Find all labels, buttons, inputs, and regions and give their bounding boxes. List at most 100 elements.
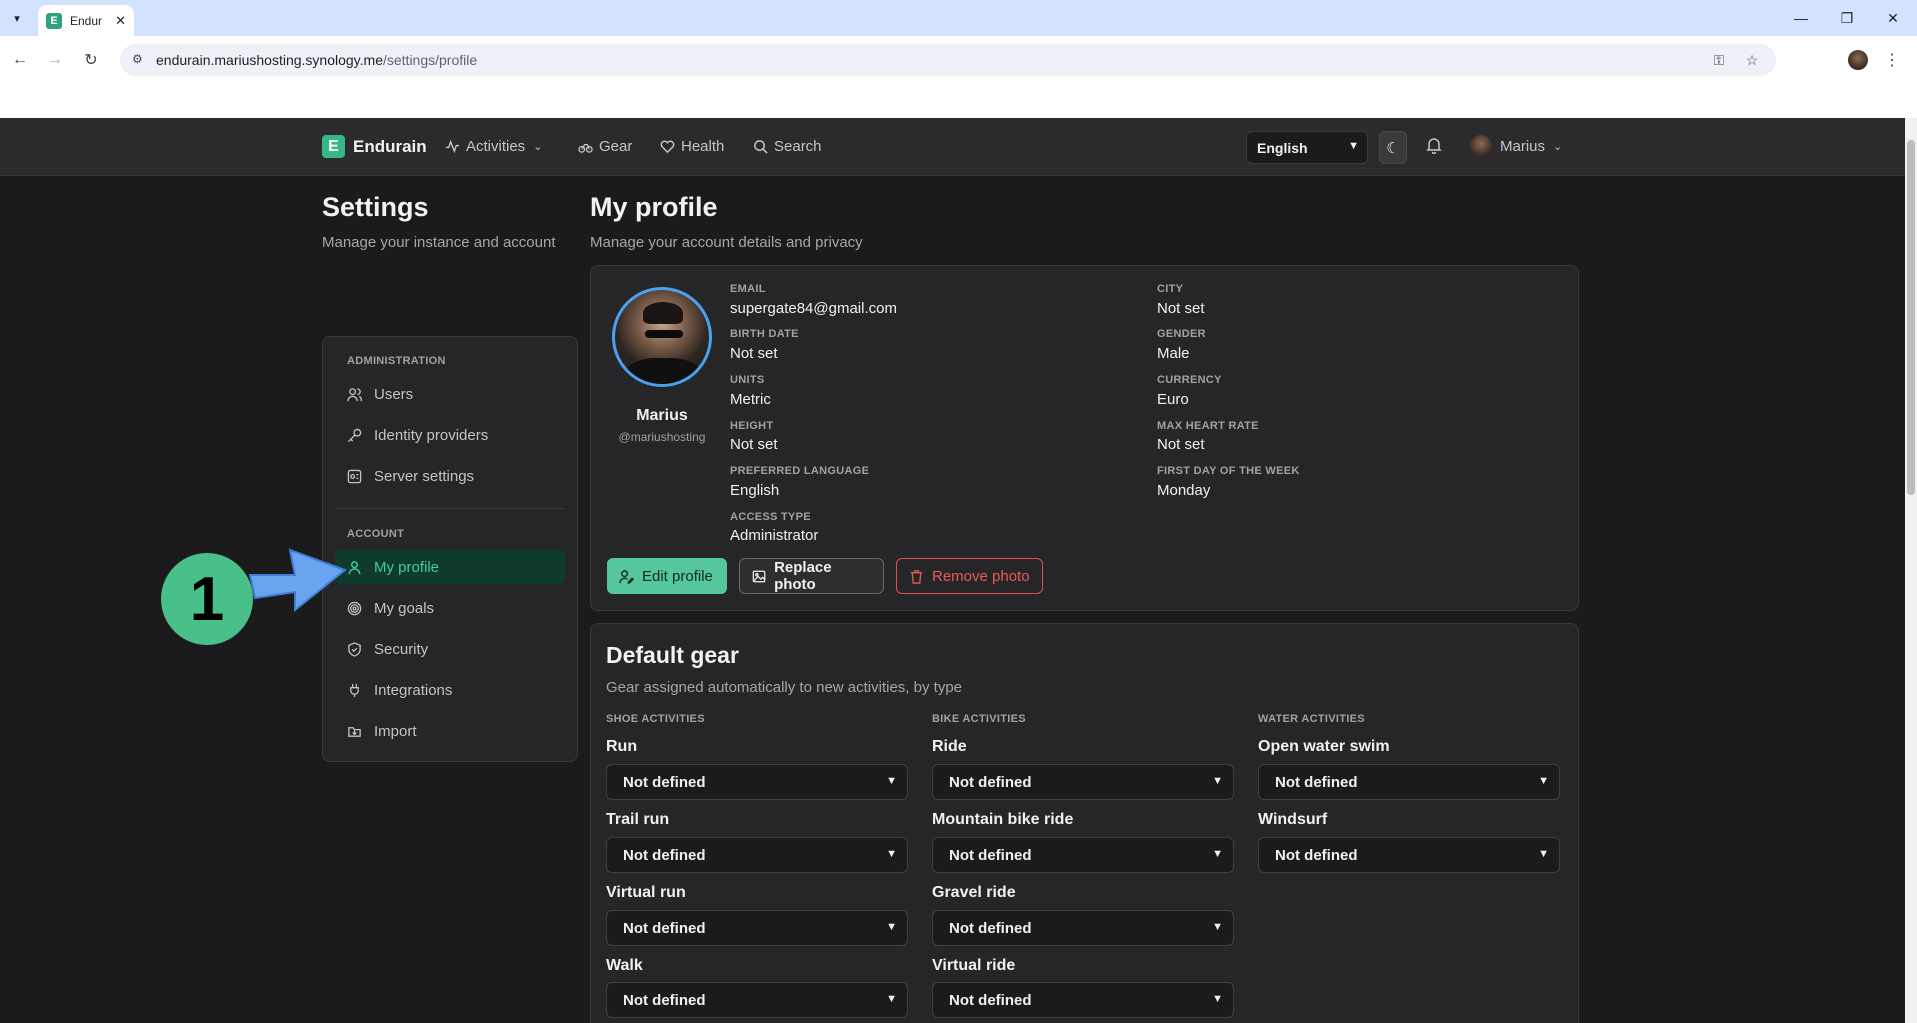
units-value: Metric bbox=[730, 391, 771, 408]
chevron-down-icon: ▼ bbox=[1212, 848, 1223, 860]
chevron-down-icon: ⌄ bbox=[533, 141, 543, 153]
gear-select-virtual-ride[interactable]: Not defined ▼ bbox=[932, 982, 1234, 1018]
avatar bbox=[1470, 135, 1492, 157]
browser-profile-avatar[interactable] bbox=[1848, 50, 1868, 70]
birth-date-value: Not set bbox=[730, 345, 778, 362]
browser-menu-icon[interactable]: ⋮ bbox=[1884, 50, 1900, 70]
gear-select-mountain-bike-ride[interactable]: Not defined ▼ bbox=[932, 837, 1234, 873]
nav-gear[interactable]: Gear bbox=[578, 138, 632, 155]
first-day-of-week-label: FIRST DAY OF THE WEEK bbox=[1157, 465, 1300, 477]
trash-icon bbox=[910, 569, 923, 584]
profile-name: Marius bbox=[636, 407, 688, 424]
gear-type-run: Run bbox=[606, 738, 638, 755]
tab-title: Endur bbox=[70, 13, 103, 28]
settings-sidebar: ADMINISTRATION Users Identity providers … bbox=[322, 336, 578, 762]
nav-activities[interactable]: Activities ⌄ bbox=[445, 138, 542, 155]
chevron-down-icon: ▼ bbox=[1348, 140, 1359, 152]
gear-select-value: Not defined bbox=[623, 773, 706, 791]
sidebar-divider bbox=[335, 508, 565, 509]
activity-icon bbox=[445, 139, 460, 154]
sidebar-item-import[interactable]: Import bbox=[335, 714, 565, 748]
chevron-down-icon: ▼ bbox=[886, 848, 897, 860]
gear-type-mountain-bike-ride: Mountain bike ride bbox=[932, 811, 1074, 828]
gender-label: GENDER bbox=[1157, 328, 1206, 340]
gear-select-gravel-ride[interactable]: Not defined ▼ bbox=[932, 910, 1234, 946]
height-value: Not set bbox=[730, 436, 778, 453]
replace-photo-button[interactable]: Replace photo bbox=[739, 558, 884, 594]
pointer-arrow-icon bbox=[248, 548, 348, 613]
gear-select-value: Not defined bbox=[949, 991, 1032, 1009]
gear-select-value: Not defined bbox=[623, 846, 706, 864]
first-day-of-week-value: Monday bbox=[1157, 482, 1211, 499]
units-label: UNITS bbox=[730, 374, 765, 386]
sidebar-item-identity-providers[interactable]: Identity providers bbox=[335, 418, 565, 452]
replace-photo-label: Replace photo bbox=[774, 559, 832, 593]
reload-icon[interactable]: ↻ bbox=[79, 48, 103, 72]
app-navbar: E Endurain Activities ⌄ Gear Health Sear… bbox=[0, 118, 1905, 176]
preferred-language-value: English bbox=[730, 482, 780, 499]
minimize-icon[interactable]: — bbox=[1778, 0, 1824, 36]
users-icon bbox=[347, 387, 362, 401]
sidebar-item-label: Security bbox=[374, 640, 429, 658]
chevron-down-icon: ▼ bbox=[1212, 993, 1223, 1005]
language-select[interactable]: English ▼ bbox=[1246, 131, 1368, 164]
import-icon bbox=[348, 726, 361, 737]
gear-type-ride: Ride bbox=[932, 738, 967, 755]
bookmark-star-icon[interactable]: ☆ bbox=[1741, 52, 1763, 68]
tab-search-button[interactable]: ▾ bbox=[6, 7, 28, 29]
gear-select-trail-run[interactable]: Not defined ▼ bbox=[606, 837, 908, 873]
gear-select-open-water-swim[interactable]: Not defined ▼ bbox=[1258, 764, 1560, 800]
nav-activities-label: Activities bbox=[466, 138, 526, 155]
url-domain: endurain.mariushosting.synology.me bbox=[156, 52, 383, 68]
bike-activities-label: BIKE ACTIVITIES bbox=[932, 713, 1026, 725]
bell-icon bbox=[1426, 138, 1442, 155]
birth-date-label: BIRTH DATE bbox=[730, 328, 799, 340]
max-heart-rate-value: Not set bbox=[1157, 436, 1205, 453]
sidebar-item-label: My profile bbox=[374, 558, 440, 576]
nav-search[interactable]: Search bbox=[753, 138, 822, 155]
sidebar-item-my-profile[interactable]: My profile bbox=[335, 550, 565, 584]
tab-favicon-icon: E bbox=[46, 12, 62, 29]
gear-select-value: Not defined bbox=[1275, 846, 1358, 864]
search-icon bbox=[754, 140, 768, 154]
page-scrollbar[interactable] bbox=[1905, 118, 1917, 1023]
user-menu[interactable]: Marius ⌄ bbox=[1470, 135, 1562, 157]
preferred-language-label: PREFERRED LANGUAGE bbox=[730, 465, 870, 477]
remove-photo-button[interactable]: Remove photo bbox=[896, 558, 1043, 594]
gear-type-open-water-swim: Open water swim bbox=[1258, 738, 1390, 755]
back-icon[interactable]: ← bbox=[8, 48, 32, 72]
address-bar[interactable]: ⚙ endurain.mariushosting.synology.me/set… bbox=[120, 44, 1776, 76]
gear-select-windsurf[interactable]: Not defined ▼ bbox=[1258, 837, 1560, 873]
email-value: supergate84@gmail.com bbox=[730, 300, 897, 317]
tab-close-icon[interactable]: ✕ bbox=[115, 13, 126, 29]
gear-select-run[interactable]: Not defined ▼ bbox=[606, 764, 908, 800]
notifications-button[interactable] bbox=[1426, 136, 1442, 159]
gear-select-walk[interactable]: Not defined ▼ bbox=[606, 982, 908, 1018]
edit-profile-button[interactable]: Edit profile bbox=[607, 558, 727, 594]
bike-icon bbox=[578, 143, 593, 153]
close-window-icon[interactable]: ✕ bbox=[1870, 0, 1916, 36]
edit-profile-label: Edit profile bbox=[642, 567, 713, 585]
forward-icon[interactable]: → bbox=[43, 48, 67, 72]
nav-health[interactable]: Health bbox=[660, 138, 724, 155]
theme-toggle-button[interactable]: ☾ bbox=[1379, 131, 1407, 164]
scrollbar-thumb[interactable] bbox=[1907, 140, 1915, 495]
sidebar-item-users[interactable]: Users bbox=[335, 377, 565, 411]
endurain-logo-icon: E bbox=[322, 135, 345, 158]
gear-select-ride[interactable]: Not defined ▼ bbox=[932, 764, 1234, 800]
password-key-icon[interactable]: ⚿ bbox=[1708, 52, 1730, 68]
browser-tab[interactable]: E Endur ✕ bbox=[38, 5, 134, 36]
shield-icon bbox=[348, 641, 361, 657]
brand[interactable]: E Endurain bbox=[322, 135, 427, 158]
sidebar-item-security[interactable]: Security bbox=[335, 632, 565, 666]
site-info-icon[interactable]: ⚙ bbox=[132, 52, 148, 68]
gear-type-trail-run: Trail run bbox=[606, 811, 670, 828]
page-subtitle: Manage your account details and privacy bbox=[590, 234, 863, 251]
sidebar-item-integrations[interactable]: Integrations bbox=[335, 673, 565, 707]
gear-select-value: Not defined bbox=[1275, 773, 1358, 791]
chevron-down-icon: ▼ bbox=[1212, 921, 1223, 933]
restore-icon[interactable]: ❐ bbox=[1824, 0, 1870, 36]
sidebar-item-server-settings[interactable]: Server settings bbox=[335, 459, 565, 493]
sidebar-item-my-goals[interactable]: My goals bbox=[335, 591, 565, 625]
gear-select-virtual-run[interactable]: Not defined ▼ bbox=[606, 910, 908, 946]
